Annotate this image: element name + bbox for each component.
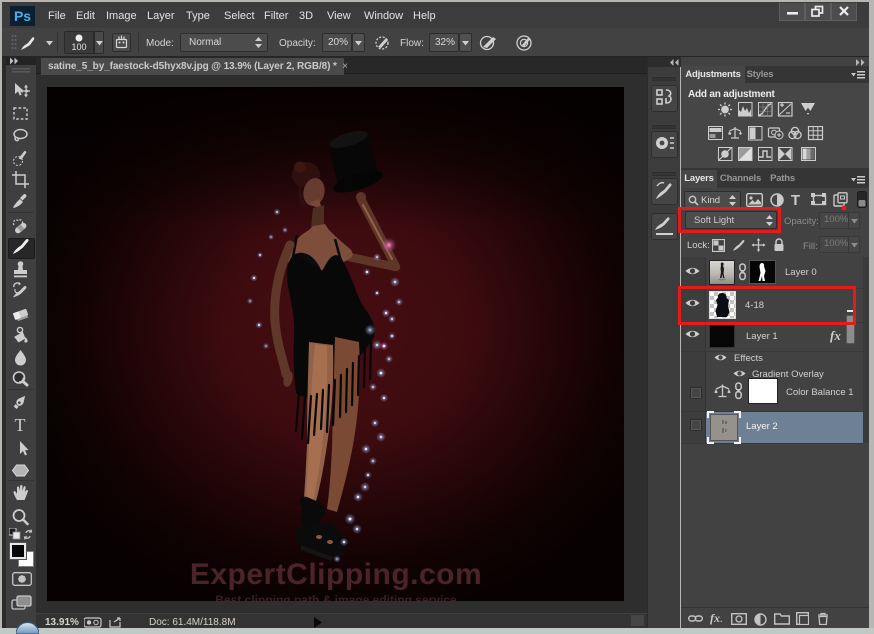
svg-text:T: T (791, 192, 800, 207)
svg-text:T: T (15, 415, 26, 435)
svg-text:ExpertClipping.com: ExpertClipping.com (190, 558, 482, 591)
svg-text:Best clipping path & image edi: Best clipping path & image editing servi… (215, 593, 457, 601)
